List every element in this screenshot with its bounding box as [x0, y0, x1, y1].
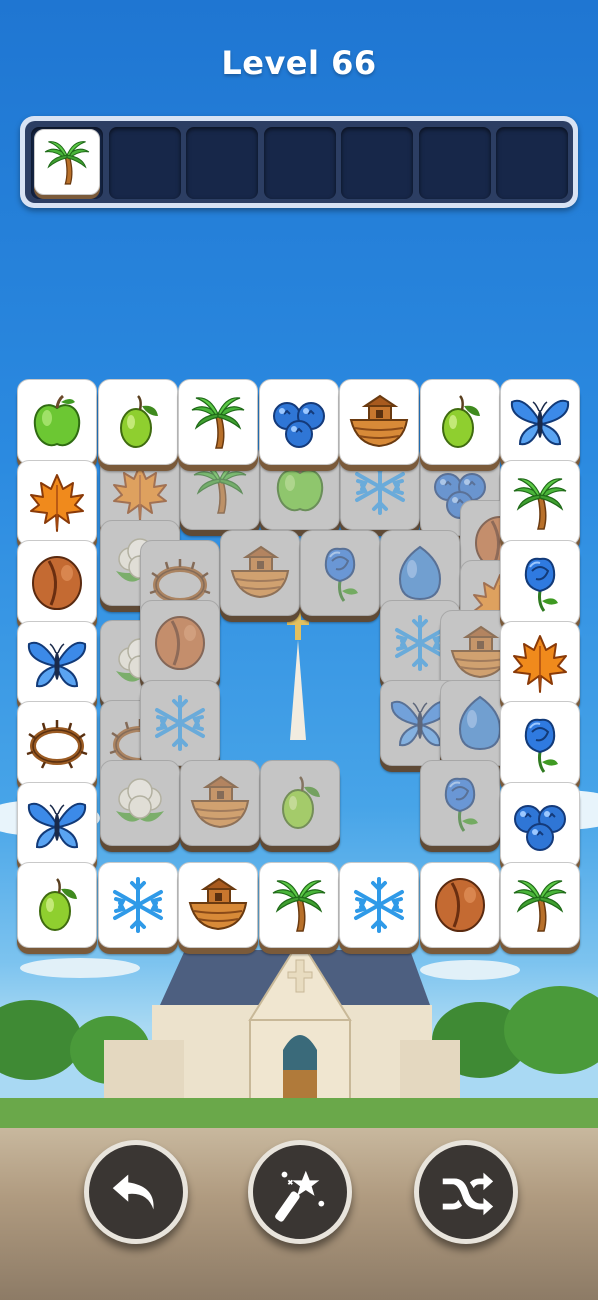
blue-rose-icon	[508, 712, 572, 776]
tile-thorn-crown[interactable]	[17, 701, 97, 787]
apple-icon	[25, 390, 89, 454]
shuffle-icon	[442, 1172, 494, 1216]
olive-icon	[25, 873, 89, 937]
tile-ark	[180, 760, 260, 846]
tile-ark[interactable]	[339, 379, 419, 465]
blue-rose-icon	[308, 541, 372, 605]
tile-palm-tree[interactable]	[500, 459, 580, 546]
blueberries-icon	[508, 793, 572, 857]
olive-icon	[268, 771, 332, 835]
coffee-bean-icon	[428, 873, 492, 937]
palm-tree-icon	[186, 390, 250, 454]
tile-blue-rose[interactable]	[500, 701, 580, 787]
snowflake-icon	[148, 691, 212, 755]
tile-blue-rose	[300, 530, 380, 616]
olive-icon	[106, 390, 170, 454]
egg-icon	[388, 541, 452, 605]
shuffle-button[interactable]	[414, 1140, 518, 1244]
blue-rose-icon	[428, 771, 492, 835]
tile-blueberries[interactable]	[258, 379, 339, 465]
snowflake-icon	[347, 873, 411, 937]
coffee-bean-icon	[25, 551, 89, 615]
maple-leaf-icon	[508, 632, 572, 696]
butterfly-icon	[25, 793, 89, 857]
tile-palm-tree[interactable]	[258, 862, 339, 948]
tile-olive	[260, 760, 340, 846]
tile-palm-tree[interactable]	[178, 379, 258, 465]
thorn-crown-icon	[25, 712, 89, 776]
ark-icon	[186, 873, 250, 937]
tile-olive[interactable]	[97, 379, 178, 465]
tile-palm-tree[interactable]	[500, 862, 580, 948]
palm-tree-icon	[508, 471, 572, 535]
tile-apple[interactable]	[17, 379, 97, 465]
tile-cauliflower	[100, 760, 180, 846]
tile-snowflake[interactable]	[339, 862, 419, 948]
blue-rose-icon	[508, 551, 572, 615]
magic-wand-button[interactable]	[248, 1140, 352, 1244]
palm-tree-icon	[267, 873, 331, 937]
tile-butterfly[interactable]	[17, 620, 97, 707]
grass-strip	[0, 1098, 598, 1132]
tile-butterfly[interactable]	[17, 781, 97, 868]
tile-blue-rose	[420, 760, 500, 846]
ark-icon	[347, 390, 411, 454]
tile-ark	[220, 530, 300, 616]
butterfly-icon	[25, 632, 89, 696]
ark-icon	[188, 771, 252, 835]
olive-icon	[428, 390, 492, 454]
tile-snowflake	[140, 680, 220, 766]
butterfly-icon	[508, 390, 572, 454]
tile-coffee-bean[interactable]	[419, 862, 500, 948]
blueberries-icon	[267, 390, 331, 454]
maple-leaf-icon	[25, 471, 89, 535]
tile-maple-leaf[interactable]	[500, 620, 580, 707]
undo-button[interactable]	[84, 1140, 188, 1244]
tile-olive[interactable]	[17, 862, 97, 948]
coffee-bean-icon	[148, 611, 212, 675]
tile-blueberries[interactable]	[500, 781, 580, 868]
tile-maple-leaf[interactable]	[17, 459, 97, 546]
tile-ark[interactable]	[178, 862, 258, 948]
maple-leaf-icon	[108, 461, 172, 525]
tile-board	[0, 0, 598, 1000]
tile-coffee-bean[interactable]	[17, 540, 97, 626]
game-scene: Level 66	[0, 0, 598, 1300]
tile-butterfly[interactable]	[500, 379, 580, 465]
ark-icon	[228, 541, 292, 605]
tile-coffee-bean	[140, 600, 220, 686]
tile-snowflake[interactable]	[97, 862, 178, 948]
magic-wand-icon	[275, 1170, 325, 1222]
undo-icon	[112, 1174, 154, 1210]
palm-tree-icon	[508, 873, 572, 937]
tile-blue-rose[interactable]	[500, 540, 580, 626]
cauliflower-icon	[108, 771, 172, 835]
snowflake-icon	[106, 873, 170, 937]
tile-olive[interactable]	[419, 379, 500, 465]
